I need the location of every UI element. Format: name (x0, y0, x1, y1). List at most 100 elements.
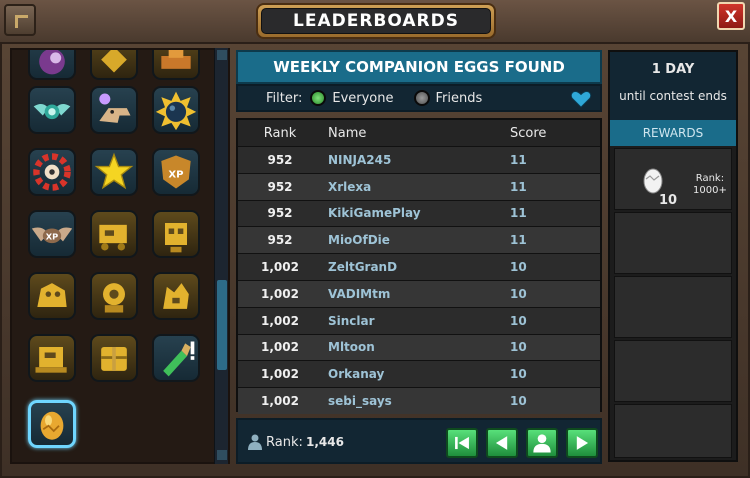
player-rank-label: Rank: (266, 435, 303, 450)
scroll-up-icon[interactable] (217, 50, 227, 60)
dino-skull-icon[interactable] (90, 86, 138, 134)
previous-page-button[interactable] (486, 428, 518, 458)
reward-count: 10 (659, 193, 678, 208)
table-body: 952 NINJA245 11 952 Xrlexa 11 952 KikiGamePla… (238, 146, 600, 414)
close-button[interactable]: X (717, 2, 745, 30)
reward-slot[interactable]: 10 Rank: 1000+ (614, 148, 732, 210)
arrow-right-icon (576, 436, 589, 450)
scroll-down-icon[interactable] (217, 450, 227, 460)
row-rank: 1,002 (261, 340, 299, 355)
row-rank: 952 (267, 206, 293, 221)
gold-emblem-icon[interactable] (90, 50, 138, 80)
first-page-button[interactable] (446, 428, 478, 458)
heart-icon[interactable] (570, 90, 592, 108)
white-egg-icon (643, 168, 663, 194)
leaderboard-table: Rank Name Score 952 NINJA245 11 952 Xrlexa 1… (236, 118, 602, 414)
row-rank: 1,002 (261, 394, 299, 409)
column-name: Name (328, 125, 367, 141)
row-score: 10 (510, 286, 527, 301)
icon-grid-scrollbar[interactable] (214, 48, 228, 464)
row-name: ZeltGranD (328, 260, 398, 275)
companion-icon-grid: XP XP (10, 48, 230, 464)
my-rank-button[interactable] (526, 428, 558, 458)
potion-icon[interactable] (152, 334, 200, 382)
next-page-button[interactable] (566, 428, 598, 458)
countdown-value: 1 DAY (651, 62, 695, 77)
row-score: 10 (510, 340, 527, 355)
svg-text:XP: XP (168, 170, 183, 181)
window-title: LEADERBOARDS (261, 8, 491, 34)
row-rank: 1,002 (261, 367, 299, 382)
companion-egg-icon[interactable] (28, 400, 76, 448)
table-header: Rank Name Score (238, 120, 600, 146)
reward-slot-empty (614, 212, 732, 274)
row-score: 10 (510, 313, 527, 328)
table-row[interactable]: 1,002 Sinclar 10 (238, 306, 600, 334)
column-score: Score (510, 125, 547, 141)
table-row[interactable]: 1,002 Mltoon 10 (238, 333, 600, 361)
orange-crest-icon[interactable] (152, 50, 200, 80)
filter-label: Filter: (266, 90, 303, 106)
leaderboard-title: WEEKLY COMPANION EGGS FOUND (236, 50, 602, 84)
winged-orb-icon[interactable] (28, 86, 76, 134)
gold-beast-icon[interactable] (28, 272, 76, 320)
gold-chest-icon[interactable] (90, 334, 138, 382)
scroll-thumb[interactable] (217, 280, 227, 370)
table-row[interactable]: 1,002 Orkanay 10 (238, 360, 600, 388)
everyone-radio[interactable] (310, 90, 327, 106)
row-score: 11 (510, 233, 527, 248)
reward-slot-empty (614, 340, 732, 402)
bomb-icon[interactable] (152, 86, 200, 134)
friends-radio[interactable] (413, 90, 430, 106)
leaderboard-footer: Rank: 1,446 (236, 418, 602, 464)
table-row[interactable]: 952 Xrlexa 11 (238, 172, 600, 200)
gold-truck-icon[interactable] (90, 210, 138, 258)
star-icon[interactable] (90, 148, 138, 196)
back-button[interactable] (4, 4, 36, 36)
gold-mech-icon[interactable] (90, 272, 138, 320)
purple-orb-icon[interactable] (28, 50, 76, 80)
column-rank: Rank (263, 125, 297, 141)
table-row[interactable]: 952 KikiGamePlay 11 (238, 199, 600, 227)
arrow-left-icon (495, 436, 508, 450)
table-row[interactable]: 1,002 VADIMtm 10 (238, 279, 600, 307)
contest-panel: 1 DAY until contest ends REWARDS 10 Rank… (608, 50, 738, 462)
gold-tank-icon[interactable] (28, 334, 76, 382)
xp-shield-icon[interactable]: XP (152, 148, 200, 196)
table-row[interactable]: 952 MioOfDie 11 (238, 226, 600, 254)
gold-golem-icon[interactable] (152, 272, 200, 320)
row-score: 10 (510, 394, 527, 409)
row-rank: 1,002 (261, 260, 299, 275)
player-rank-value: 1,446 (306, 435, 344, 449)
row-rank: 952 (267, 152, 293, 167)
row-rank: 952 (267, 233, 293, 248)
gold-robot-icon[interactable] (152, 210, 200, 258)
xp-wings-icon[interactable]: XP (28, 210, 76, 258)
table-row[interactable]: 1,002 ZeltGranD 10 (238, 253, 600, 280)
filter-option-friends[interactable]: Friends (436, 91, 483, 106)
countdown-caption: until contest ends (619, 89, 727, 103)
title-plate: LEADERBOARDS (256, 3, 496, 39)
row-name: NINJA245 (328, 152, 392, 167)
row-score: 10 (510, 367, 527, 382)
row-name: Sinclar (328, 313, 375, 328)
row-name: Orkanay (328, 367, 385, 382)
table-row[interactable]: 1,002 sebi_says 10 (238, 387, 600, 414)
reward-rank: Rank: 1000+ (693, 173, 727, 197)
reward-rank-value: 1000+ (693, 185, 727, 196)
row-score: 10 (510, 260, 527, 275)
row-rank: 1,002 (261, 313, 299, 328)
row-rank: 952 (267, 179, 293, 194)
row-name: Xrlexa (328, 179, 372, 194)
red-gear-icon[interactable] (28, 148, 76, 196)
table-row[interactable]: 952 NINJA245 11 (238, 146, 600, 173)
reward-rank-label: Rank: (695, 173, 725, 184)
row-score: 11 (510, 179, 527, 194)
row-name: Mltoon (328, 340, 375, 355)
player-icon (248, 434, 262, 450)
countdown-box: 1 DAY until contest ends (610, 52, 736, 120)
row-score: 11 (510, 152, 527, 167)
filter-option-everyone[interactable]: Everyone (332, 91, 393, 106)
title-bar: LEADERBOARDS X (0, 0, 750, 44)
row-name: sebi_says (328, 394, 392, 409)
